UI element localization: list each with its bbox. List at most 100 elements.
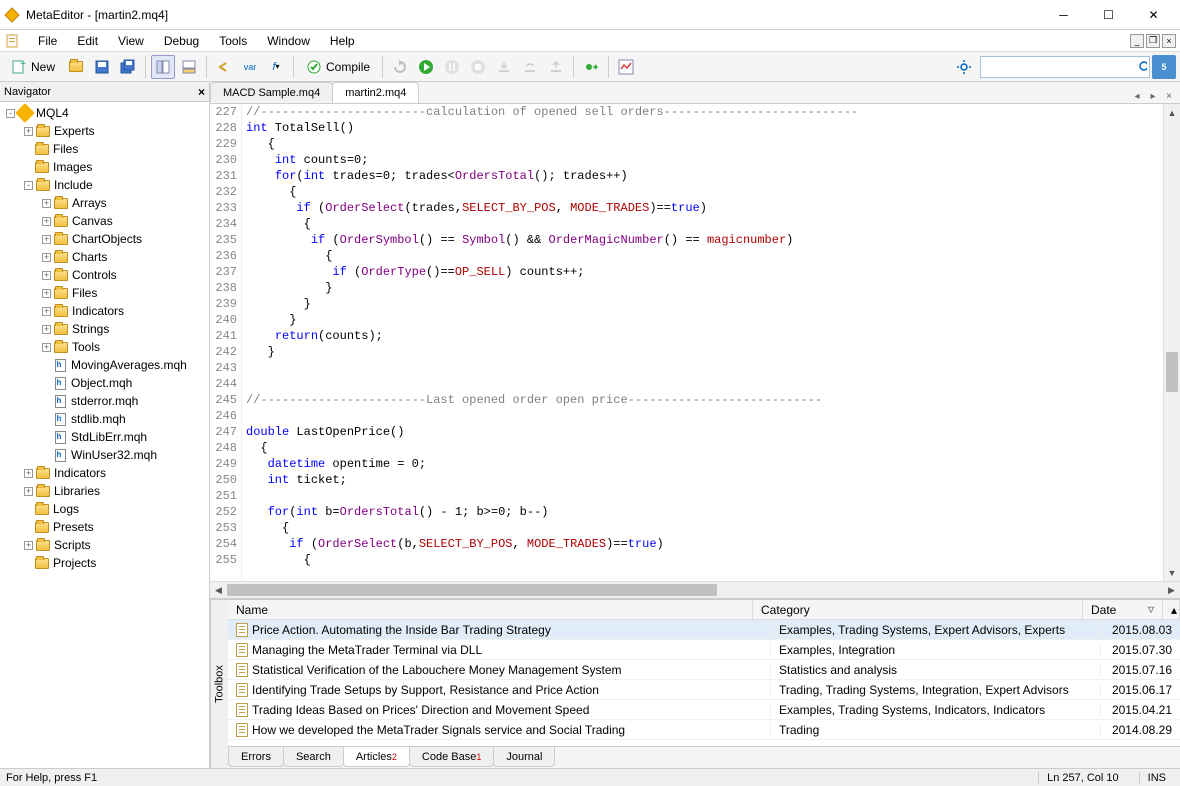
editor-horizontal-scrollbar[interactable]: ◀ ▶ [210,581,1180,598]
menu-tools[interactable]: Tools [209,32,257,50]
navigator-toggle-button[interactable] [151,55,175,79]
tree-node[interactable]: stderror.mqh [0,392,209,410]
breakpoint-button[interactable] [579,55,603,79]
compile-button[interactable]: Compile [299,55,377,79]
article-row[interactable]: Trading Ideas Based on Prices' Direction… [228,700,1180,720]
step-out-button[interactable] [544,55,568,79]
code-editor[interactable]: 2272282292302312322332342352362372382392… [210,104,1180,581]
search-icon[interactable] [1138,60,1147,74]
toolbox-tab-search[interactable]: Search [283,747,344,767]
menu-view[interactable]: View [108,32,154,50]
tree-toggle[interactable]: + [42,271,51,280]
menu-debug[interactable]: Debug [154,32,209,50]
close-button[interactable]: ✕ [1131,0,1176,29]
tree-toggle[interactable]: + [24,487,33,496]
var-button[interactable]: var [238,55,262,79]
tree-node[interactable]: +Experts [0,122,209,140]
navigator-tree[interactable]: -MQL4+ExpertsFilesImages-Include+Arrays+… [0,102,209,768]
scroll-thumb[interactable] [1166,352,1178,392]
editor-tab[interactable]: MACD Sample.mq4 [210,82,333,102]
tree-node[interactable]: +Indicators [0,464,209,482]
editor-vertical-scrollbar[interactable]: ▲ ▼ [1163,104,1180,581]
mdi-restore-button[interactable]: ❐ [1146,34,1160,48]
tree-node[interactable]: +Files [0,284,209,302]
debug-restart-button[interactable] [388,55,412,79]
new-button[interactable]: +New [4,55,62,79]
scroll-up-button[interactable]: ▲ [1164,104,1180,121]
navigator-close-button[interactable]: × [198,85,205,99]
tree-node[interactable]: MovingAverages.mqh [0,356,209,374]
tree-toggle[interactable]: + [24,127,33,136]
menu-window[interactable]: Window [257,32,320,50]
tree-node[interactable]: +Libraries [0,482,209,500]
article-row[interactable]: Managing the MetaTrader Terminal via DLL… [228,640,1180,660]
tree-node[interactable]: -MQL4 [0,104,209,122]
toolbox-grid-body[interactable]: Price Action. Automating the Inside Bar … [228,620,1180,746]
col-header-name[interactable]: Name [228,600,753,619]
tree-toggle[interactable]: + [42,199,51,208]
tree-node[interactable]: +Tools [0,338,209,356]
tree-node[interactable]: Logs [0,500,209,518]
scroll-down-button[interactable]: ▼ [1164,564,1180,581]
tree-toggle[interactable]: + [42,235,51,244]
save-button[interactable] [90,55,114,79]
tab-prev-button[interactable]: ◂ [1130,89,1144,103]
undo-button[interactable] [212,55,236,79]
saveall-button[interactable] [116,55,140,79]
function-button[interactable]: f▾ [264,55,288,79]
tree-node[interactable]: Presets [0,518,209,536]
tree-toggle[interactable]: + [42,325,51,334]
toolbox-tab-code-base[interactable]: Code Base1 [409,747,494,767]
tree-node[interactable]: Object.mqh [0,374,209,392]
tab-close-button[interactable]: × [1162,89,1176,103]
scroll-left-button[interactable]: ◀ [210,582,227,598]
toolbox-tab-errors[interactable]: Errors [228,747,284,767]
tree-node[interactable]: -Include [0,176,209,194]
article-row[interactable]: Price Action. Automating the Inside Bar … [228,620,1180,640]
tree-toggle[interactable]: - [24,181,33,190]
tree-node[interactable]: +Strings [0,320,209,338]
mdi-close-button[interactable]: × [1162,34,1176,48]
tree-node[interactable]: +ChartObjects [0,230,209,248]
step-over-button[interactable] [518,55,542,79]
tree-toggle[interactable]: + [42,253,51,262]
toolbox-tab-journal[interactable]: Journal [493,747,555,767]
menu-help[interactable]: Help [320,32,365,50]
menu-edit[interactable]: Edit [67,32,108,50]
search-input[interactable] [983,60,1138,74]
mdi-minimize-button[interactable]: _ [1130,34,1144,48]
tree-node[interactable]: Images [0,158,209,176]
tree-toggle[interactable]: - [6,109,15,118]
search-box[interactable] [980,56,1150,78]
article-row[interactable]: How we developed the MetaTrader Signals … [228,720,1180,740]
tree-node[interactable]: +Scripts [0,536,209,554]
toolbox-tab-articles[interactable]: Articles2 [343,747,410,767]
mql5-button[interactable]: 5 [1152,55,1176,79]
tree-node[interactable]: StdLibErr.mqh [0,428,209,446]
tree-toggle[interactable]: + [24,541,33,550]
tree-node[interactable]: stdlib.mqh [0,410,209,428]
tree-node[interactable]: Projects [0,554,209,572]
scroll-right-button[interactable]: ▶ [1163,582,1180,598]
minimize-button[interactable]: ─ [1041,0,1086,29]
tab-next-button[interactable]: ▸ [1146,89,1160,103]
col-header-category[interactable]: Category [753,600,1083,619]
tree-node[interactable]: +Arrays [0,194,209,212]
toolbox-toggle-button[interactable] [177,55,201,79]
article-row[interactable]: Identifying Trade Setups by Support, Res… [228,680,1180,700]
settings-button[interactable] [952,55,976,79]
maximize-button[interactable]: ☐ [1086,0,1131,29]
tree-toggle[interactable]: + [24,469,33,478]
tree-node[interactable]: +Canvas [0,212,209,230]
chart-button[interactable] [614,55,638,79]
tree-toggle[interactable]: + [42,307,51,316]
tree-node[interactable]: Files [0,140,209,158]
debug-start-button[interactable] [414,55,438,79]
article-row[interactable]: Statistical Verification of the Labouche… [228,660,1180,680]
tree-toggle[interactable]: + [42,217,51,226]
step-into-button[interactable] [492,55,516,79]
menu-file[interactable]: File [28,32,67,50]
col-header-date[interactable]: Date▽ [1083,600,1163,619]
tree-toggle[interactable]: + [42,343,51,352]
tree-node[interactable]: +Controls [0,266,209,284]
